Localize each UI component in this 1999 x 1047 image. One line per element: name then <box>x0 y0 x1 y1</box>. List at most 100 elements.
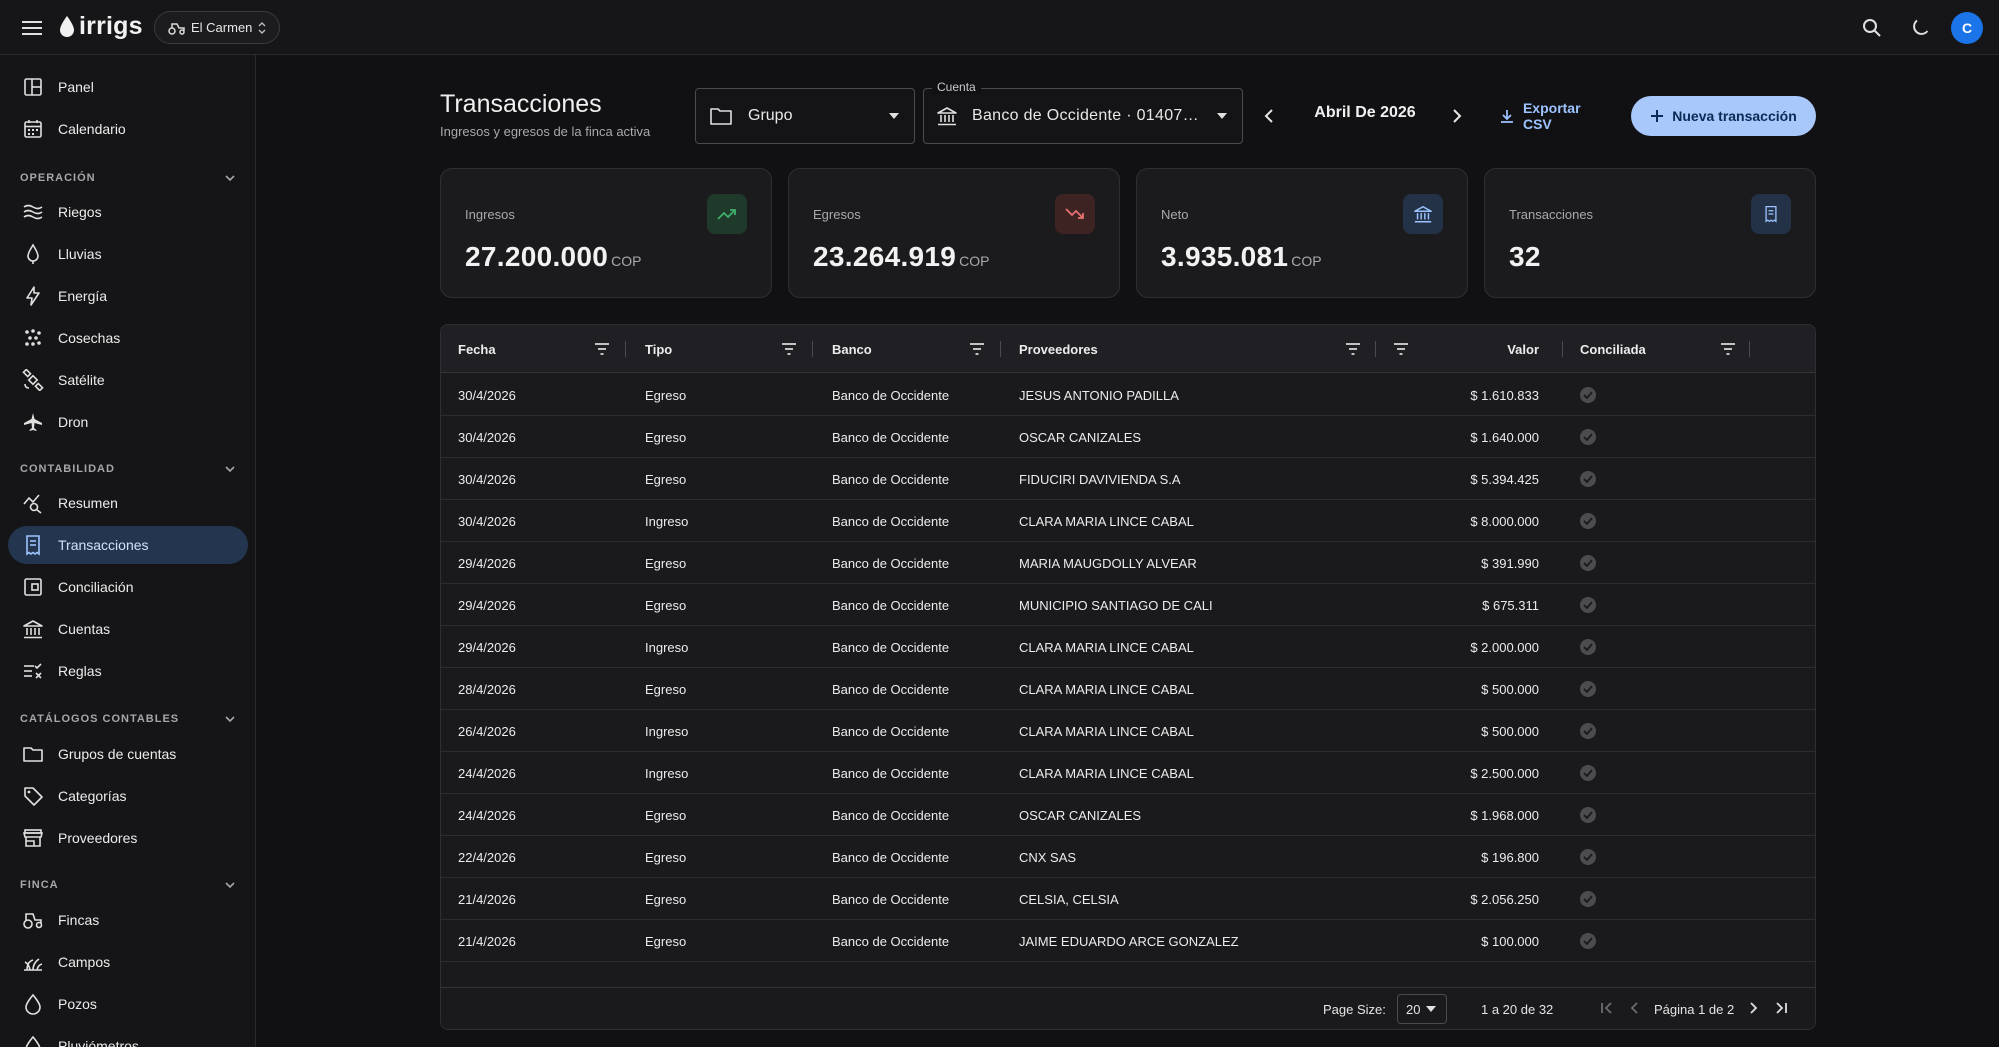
sidebar-item-satelite[interactable]: Satélite <box>8 361 248 399</box>
section-title: CATÁLOGOS CONTABLES <box>20 713 180 725</box>
table-row[interactable]: 30/4/2026 Egreso Banco de Occidente JESUS A… <box>441 374 1815 416</box>
column-header-conciliada[interactable]: Conciliada <box>1580 325 1730 373</box>
sidebar-item-cosechas[interactable]: Cosechas <box>8 319 248 357</box>
stat-amount: 3.935.081 <box>1161 241 1289 272</box>
filter-proveedores-button[interactable] <box>1345 325 1365 373</box>
table-row[interactable]: 29/4/2026 Ingreso Banco de Occidente CLARA … <box>441 626 1815 668</box>
chevron-down-icon <box>225 716 235 723</box>
next-page-button[interactable] <box>1745 1000 1761 1016</box>
reconciled-status[interactable] <box>1580 878 1610 920</box>
reconciled-status[interactable] <box>1580 458 1610 500</box>
first-page-button[interactable] <box>1599 1000 1615 1016</box>
user-avatar[interactable]: C <box>1951 12 1983 44</box>
reconciled-status[interactable] <box>1580 752 1610 794</box>
sidebar-item-grupos-de-cuentas[interactable]: Grupos de cuentas <box>8 735 248 773</box>
group-select[interactable]: Grupo <box>695 88 915 144</box>
farm-selector[interactable]: El Carmen <box>154 11 280 44</box>
filter-valor-button[interactable] <box>1393 325 1413 373</box>
table-row[interactable]: 29/4/2026 Egreso Banco de Occidente MUNICIP… <box>441 584 1815 626</box>
sidebar-item-dron[interactable]: Dron <box>8 403 248 441</box>
sidebar-item-energia[interactable]: Energía <box>8 277 248 315</box>
check-circle-icon <box>1580 723 1596 739</box>
last-page-button[interactable] <box>1773 1000 1789 1016</box>
sidebar-item-fincas[interactable]: Fincas <box>8 901 248 939</box>
previous-month-button[interactable] <box>1258 104 1282 128</box>
export-csv-button[interactable]: Exportar CSV <box>1493 99 1613 133</box>
table-row[interactable]: 24/4/2026 Egreso Banco de Occidente OSCAR C… <box>441 794 1815 836</box>
table-row[interactable]: 30/4/2026 Egreso Banco de Occidente FIDUCIR… <box>441 458 1815 500</box>
sidebar-item-label: Cuentas <box>58 621 111 637</box>
table-row[interactable]: 22/4/2026 Egreso Banco de Occidente CNX SAS… <box>441 836 1815 878</box>
reconciled-status[interactable] <box>1580 500 1610 542</box>
plus-icon <box>1651 110 1664 122</box>
reconciled-status[interactable] <box>1580 794 1610 836</box>
table-row[interactable]: 21/4/2026 Egreso Banco de Occidente CELSIA,… <box>441 878 1815 920</box>
check-circle-icon <box>1580 513 1596 529</box>
filter-conciliada-button[interactable] <box>1720 325 1740 373</box>
filter-tipo-button[interactable] <box>781 325 801 373</box>
reconciled-status[interactable] <box>1580 416 1610 458</box>
brand-logo[interactable]: irrigs <box>58 12 143 41</box>
rain-icon <box>27 243 39 264</box>
cell-valor: $ 196.800 <box>1481 849 1539 865</box>
filter-fecha-button[interactable] <box>594 325 614 373</box>
reconciled-status[interactable] <box>1580 710 1610 752</box>
table-row[interactable]: 21/4/2026 Egreso Banco de Occidente JAIME E… <box>441 920 1815 962</box>
table-row[interactable]: 24/4/2026 Ingreso Banco de Occidente CLARA … <box>441 752 1815 794</box>
sidebar-item-categorias[interactable]: Categorías <box>8 777 248 815</box>
table-row[interactable]: 30/4/2026 Ingreso Banco de Occidente CLARA … <box>441 500 1815 542</box>
cell-fecha: 26/4/2026 <box>458 723 516 739</box>
cell-banco: Banco de Occidente <box>832 429 950 445</box>
sidebar-item-pozos[interactable]: Pozos <box>8 985 248 1023</box>
cell-valor: $ 500.000 <box>1481 723 1539 739</box>
theme-toggle-button[interactable] <box>1903 11 1937 45</box>
reconciled-status[interactable] <box>1580 668 1610 710</box>
table-row[interactable]: 17/4/2026 Egreso Banco de Occidente ACUAVAL… <box>441 962 1815 974</box>
reconciled-status[interactable] <box>1580 584 1610 626</box>
cell-tipo: Ingreso <box>645 723 689 739</box>
new-transaction-button[interactable]: Nueva transacción <box>1631 96 1816 136</box>
reconciled-status[interactable] <box>1580 962 1610 974</box>
column-header-valor[interactable]: Valor <box>1431 325 1539 373</box>
top-app-bar: irrigs El Carmen C <box>0 0 1999 55</box>
sidebar-item-transacciones[interactable]: Transacciones <box>8 526 248 564</box>
table-row[interactable]: 30/4/2026 Egreso Banco de Occidente OSCAR C… <box>441 416 1815 458</box>
filter-icon <box>1394 343 1408 355</box>
filter-banco-button[interactable] <box>969 325 989 373</box>
next-month-button[interactable] <box>1444 104 1468 128</box>
section-catalogos-contables[interactable]: CATÁLOGOS CONTABLES <box>20 709 236 729</box>
reconciled-status[interactable] <box>1580 542 1610 584</box>
section-finca[interactable]: FINCA <box>20 875 236 895</box>
sidebar-item-pluviometros[interactable]: Pluviómetros <box>8 1027 248 1047</box>
sidebar-item-lluvias[interactable]: Lluvias <box>8 235 248 273</box>
sidebar-item-panel[interactable]: Panel <box>8 68 248 106</box>
table-row[interactable]: 28/4/2026 Egreso Banco de Occidente CLARA M… <box>441 668 1815 710</box>
stat-card-ingresos: Ingresos 27.200.000 COP <box>440 168 772 298</box>
reconciled-status[interactable] <box>1580 626 1610 668</box>
page-size-select[interactable]: 20 <box>1397 994 1447 1024</box>
stat-value: 32 <box>1509 241 1541 273</box>
table-row[interactable]: 29/4/2026 Egreso Banco de Occidente MARIA M… <box>441 542 1815 584</box>
previous-page-button[interactable] <box>1627 1000 1643 1016</box>
cell-proveedor: JESUS ANTONIO PADILLA <box>1019 387 1179 403</box>
sidebar-item-calendario[interactable]: Calendario <box>8 110 248 148</box>
sidebar-item-proveedores[interactable]: Proveedores <box>8 819 248 857</box>
column-divider <box>1562 341 1563 357</box>
reconciled-status[interactable] <box>1580 836 1610 878</box>
chevron-down-icon <box>225 466 235 473</box>
sidebar-item-campos[interactable]: Campos <box>8 943 248 981</box>
table-row[interactable]: 26/4/2026 Ingreso Banco de Occidente CLARA … <box>441 710 1815 752</box>
section-operacion[interactable]: OPERACIÓN <box>20 168 236 188</box>
sidebar-item-riegos[interactable]: Riegos <box>8 193 248 231</box>
reconciled-status[interactable] <box>1580 374 1610 416</box>
sidebar-item-reglas[interactable]: Reglas <box>8 652 248 690</box>
section-contabilidad[interactable]: CONTABILIDAD <box>20 459 236 479</box>
sidebar-item-resumen[interactable]: Resumen <box>8 484 248 522</box>
column-header-proveedores[interactable]: Proveedores <box>1019 325 1319 373</box>
sidebar-item-cuentas[interactable]: Cuentas <box>8 610 248 648</box>
reconciled-status[interactable] <box>1580 920 1610 962</box>
account-select[interactable]: Cuenta Banco de Occidente · 0140703... <box>923 80 1243 144</box>
menu-icon[interactable] <box>18 16 46 40</box>
sidebar-item-conciliacion[interactable]: Conciliación <box>8 568 248 606</box>
search-button[interactable] <box>1855 11 1889 45</box>
